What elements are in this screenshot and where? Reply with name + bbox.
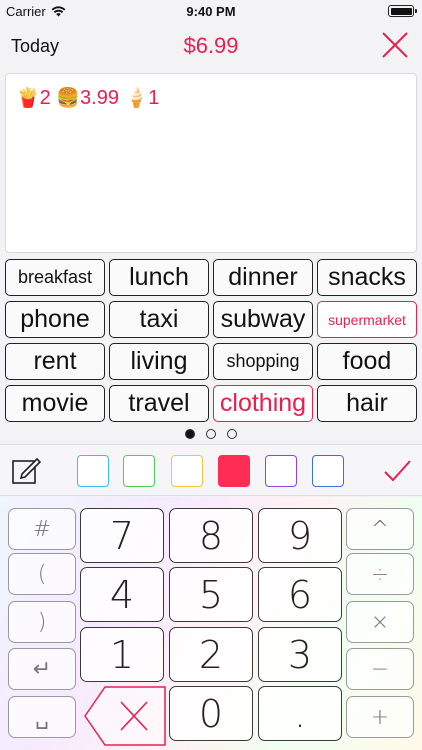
tag-supermarket[interactable]: supermarket bbox=[317, 301, 417, 338]
page-indicator bbox=[0, 429, 422, 439]
backspace-key[interactable] bbox=[83, 685, 168, 747]
tag-movie[interactable]: movie bbox=[5, 385, 105, 422]
digit-key-3[interactable]: 3 bbox=[258, 627, 342, 682]
color-swatch[interactable] bbox=[312, 455, 344, 487]
open-paren-key[interactable]: ( bbox=[8, 553, 76, 595]
digit-key-8[interactable]: 8 bbox=[169, 508, 253, 563]
battery-icon bbox=[388, 5, 417, 17]
color-swatch[interactable] bbox=[218, 455, 250, 487]
tag-food[interactable]: food bbox=[317, 343, 417, 380]
item-amount: 3.99 bbox=[80, 87, 119, 109]
hash-key[interactable]: # bbox=[8, 508, 76, 550]
multiply-key[interactable]: × bbox=[346, 601, 414, 643]
color-swatch[interactable] bbox=[77, 455, 109, 487]
tag-phone[interactable]: phone bbox=[5, 301, 105, 338]
burger-icon: 🍔 bbox=[56, 88, 81, 109]
digit-key-1[interactable]: 1 bbox=[80, 627, 164, 682]
tag-dinner[interactable]: dinner bbox=[213, 259, 313, 296]
tag-snacks[interactable]: snacks bbox=[317, 259, 417, 296]
category-tag-grid: breakfast lunch dinner snacks phone taxi subwa… bbox=[5, 259, 419, 422]
total-amount: $6.99 bbox=[183, 33, 239, 58]
page-dot[interactable] bbox=[227, 429, 237, 439]
page-dot[interactable] bbox=[206, 429, 216, 439]
tag-living[interactable]: living bbox=[109, 343, 209, 380]
ice-cream-icon: 🍦 bbox=[124, 88, 149, 109]
checkmark-icon[interactable] bbox=[382, 456, 412, 486]
expense-note-area[interactable]: 🍟2 🍔3.99 🍦1 bbox=[5, 73, 417, 253]
digit-key-5[interactable]: 5 bbox=[169, 567, 253, 622]
tag-breakfast[interactable]: breakfast bbox=[5, 259, 105, 296]
close-paren-key[interactable]: ) bbox=[8, 601, 76, 643]
tag-clothing[interactable]: clothing bbox=[213, 385, 313, 422]
status-bar: Carrier 9:40 PM bbox=[0, 0, 422, 22]
digit-key-6[interactable]: 6 bbox=[258, 567, 342, 622]
digit-key-7[interactable]: 7 bbox=[80, 508, 164, 563]
clock: 9:40 PM bbox=[186, 4, 236, 19]
nav-bar: Today $6.99 bbox=[0, 22, 422, 72]
digit-key-9[interactable]: 9 bbox=[258, 508, 342, 563]
tag-lunch[interactable]: lunch bbox=[109, 259, 209, 296]
color-swatch[interactable] bbox=[123, 455, 155, 487]
edit-icon[interactable] bbox=[10, 454, 42, 486]
divide-key[interactable]: ÷ bbox=[346, 553, 414, 595]
page-dot[interactable] bbox=[185, 429, 195, 439]
fries-icon: 🍟 bbox=[16, 88, 40, 109]
minus-key[interactable]: − bbox=[346, 648, 414, 690]
color-swatch[interactable] bbox=[265, 455, 297, 487]
plus-key[interactable]: + bbox=[346, 696, 414, 738]
item-amount: 1 bbox=[148, 87, 160, 109]
tag-taxi[interactable]: taxi bbox=[109, 301, 209, 338]
tag-rent[interactable]: rent bbox=[5, 343, 105, 380]
item-amount: 2 bbox=[39, 87, 51, 109]
space-key[interactable]: ␣ bbox=[8, 696, 76, 738]
tag-subway[interactable]: subway bbox=[213, 301, 313, 338]
enter-key[interactable]: ↵ bbox=[8, 648, 76, 690]
color-picker-row bbox=[0, 444, 422, 496]
tag-hair[interactable]: hair bbox=[317, 385, 417, 422]
digit-key-0[interactable]: 0 bbox=[169, 686, 253, 741]
calculator-keypad: #() ↵ ␣ ^ ÷ × − +7 8 9 4 5 6 1 2 3 0. bbox=[0, 497, 422, 750]
digit-key-2[interactable]: 2 bbox=[169, 627, 253, 682]
power-key[interactable]: ^ bbox=[346, 508, 414, 550]
tag-shopping[interactable]: shopping bbox=[213, 343, 313, 380]
digit-key-4[interactable]: 4 bbox=[80, 567, 164, 622]
color-swatch[interactable] bbox=[171, 455, 203, 487]
tag-travel[interactable]: travel bbox=[109, 385, 209, 422]
decimal-key[interactable]: . bbox=[258, 686, 342, 741]
close-icon[interactable] bbox=[380, 30, 410, 60]
